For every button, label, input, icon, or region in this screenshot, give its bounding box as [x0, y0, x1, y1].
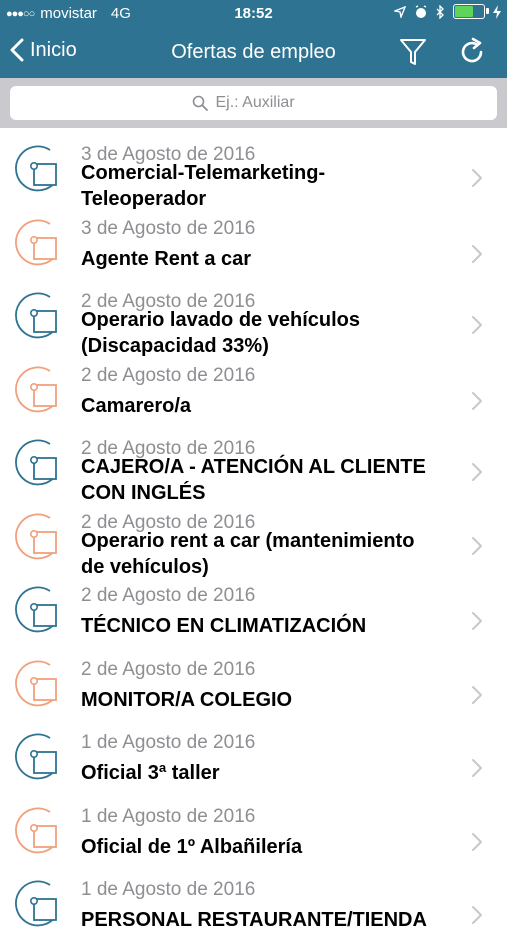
- job-title-line-1: Operario lavado de vehículos: [81, 309, 360, 331]
- job-row[interactable]: 2 de Agosto de 2016 MONITOR/A COLEGIO: [0, 643, 507, 717]
- chevron-right-icon: [472, 316, 482, 334]
- job-blue-icon: [15, 145, 57, 192]
- job-title-line-1: Operario rent a car (mantenimiento: [81, 529, 415, 552]
- job-title: Oficial de 1º Albañilería: [81, 834, 471, 860]
- chevron-right-icon: [472, 906, 482, 924]
- chevron-right-icon: [472, 612, 482, 630]
- status-bar: ●●●○○ movistar 4G 18:52: [0, 0, 507, 28]
- job-orange-icon: [15, 219, 57, 265]
- job-title: PERSONAL RESTAURANTE/TIENDA: [81, 907, 471, 933]
- job-date: 1 de Agosto de 2016: [81, 805, 256, 827]
- job-row[interactable]: 2 de Agosto de 2016 CAJERO/A - ATENCIÓN A…: [0, 422, 507, 504]
- job-title: Oficial 3ª taller: [81, 760, 471, 786]
- search-input[interactable]: [213, 93, 316, 113]
- job-row[interactable]: 2 de Agosto de 2016 Operario lavado de ve…: [0, 275, 507, 357]
- job-title-line-1: PERSONAL RESTAURANTE/TIENDA: [81, 909, 427, 931]
- job-title-line-1: Comercial-Telemarketing-: [81, 162, 326, 184]
- chevron-right-icon: [472, 169, 482, 187]
- filter-button[interactable]: [399, 37, 427, 72]
- chevron-right-icon: [472, 244, 482, 263]
- job-blue-icon: [15, 880, 57, 927]
- filter-icon: [400, 39, 426, 65]
- job-date: 3 de Agosto de 2016: [81, 217, 256, 239]
- job-title-line-1: Oficial de 1º Albañilería: [81, 835, 303, 858]
- chevron-right-icon: [472, 759, 482, 777]
- job-title: Agente Rent a car: [81, 246, 471, 272]
- job-blue-icon: [15, 733, 57, 780]
- job-blue-icon: [15, 586, 57, 633]
- job-row[interactable]: 3 de Agosto de 2016 Comercial-Telemarketi…: [0, 128, 507, 210]
- chevron-right-icon: [472, 685, 482, 704]
- job-row[interactable]: 1 de Agosto de 2016 Oficial de 1º Albañil…: [0, 790, 507, 864]
- job-title: TÉCNICO EN CLIMATIZACIÓN: [81, 613, 471, 639]
- charging-icon: [493, 4, 501, 19]
- refresh-icon: [461, 37, 483, 63]
- job-row[interactable]: 1 de Agosto de 2016 Oficial 3ª taller: [0, 716, 507, 790]
- chevron-right-icon: [472, 391, 482, 410]
- battery-level: [455, 6, 473, 17]
- alarm-icon: [415, 4, 427, 18]
- job-list: 3 de Agosto de 2016 Comercial-Telemarketi…: [0, 128, 507, 937]
- job-date: 2 de Agosto de 2016: [81, 364, 256, 386]
- battery-icon: [453, 4, 489, 19]
- bluetooth-icon: [436, 4, 444, 19]
- job-row[interactable]: 2 de Agosto de 2016 Operario rent a car (…: [0, 496, 507, 578]
- job-date: 2 de Agosto de 2016: [81, 658, 256, 680]
- job-title-line-1: CAJERO/A - ATENCIÓN AL CLIENTE: [81, 456, 426, 478]
- job-blue-icon: [15, 439, 57, 486]
- job-date: 1 de Agosto de 2016: [81, 732, 256, 753]
- search-bar: [0, 78, 507, 128]
- job-title-line-1: Oficial 3ª taller: [81, 762, 220, 784]
- refresh-button[interactable]: [457, 37, 487, 72]
- job-date: 2 de Agosto de 2016: [81, 585, 256, 606]
- job-orange-icon: [15, 513, 57, 559]
- job-row[interactable]: 3 de Agosto de 2016 Agente Rent a car: [0, 202, 507, 276]
- job-date: 1 de Agosto de 2016: [81, 879, 256, 900]
- job-row[interactable]: 2 de Agosto de 2016 TÉCNICO EN CLIMATIZAC…: [0, 569, 507, 643]
- location-arrow-icon: [394, 5, 406, 18]
- search-icon: [192, 95, 208, 111]
- job-row[interactable]: 2 de Agosto de 2016 Camarero/a: [0, 349, 507, 423]
- job-title-line-1: Camarero/a: [81, 394, 192, 417]
- job-orange-icon: [15, 807, 57, 853]
- chevron-right-icon: [472, 536, 482, 555]
- job-title-line-1: TÉCNICO EN CLIMATIZACIÓN: [81, 615, 367, 637]
- job-title: MONITOR/A COLEGIO: [81, 687, 471, 713]
- chevron-right-icon: [472, 463, 482, 481]
- job-title-line-1: MONITOR/A COLEGIO: [81, 688, 293, 711]
- navigation-bar: Inicio Ofertas de empleo: [0, 28, 507, 78]
- job-blue-icon: [15, 292, 57, 339]
- job-title-line-1: Agente Rent a car: [81, 247, 252, 270]
- search-box[interactable]: [10, 86, 497, 120]
- page-title: Ofertas de empleo: [171, 41, 336, 63]
- job-title: Camarero/a: [81, 393, 471, 419]
- chevron-right-icon: [472, 832, 482, 851]
- job-orange-icon: [15, 366, 57, 412]
- job-orange-icon: [15, 660, 57, 706]
